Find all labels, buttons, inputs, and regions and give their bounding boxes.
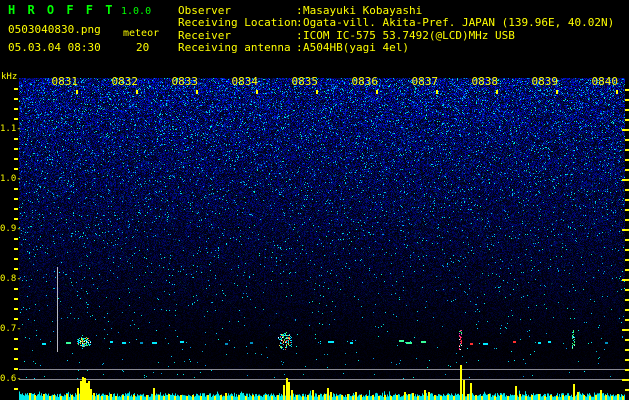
time-tick-label: 0837 — [411, 75, 439, 88]
freq-minor-tick — [14, 188, 18, 190]
output-filename: 0503040830.png — [8, 23, 101, 36]
time-tick-label: 0831 — [51, 75, 79, 88]
freq-minor-tick — [14, 208, 18, 210]
freq-minor-tick — [14, 248, 18, 250]
freq-minor-tick — [14, 148, 18, 150]
freq-minor-tick — [14, 238, 18, 240]
freq-minor-tick — [14, 108, 18, 110]
freq-minor-tick — [14, 158, 18, 160]
freq-minor-tick — [14, 308, 18, 310]
freq-minor-tick — [14, 318, 18, 320]
freq-minor-tick — [14, 298, 18, 300]
observation-datetime: 05.03.04 08:30 — [8, 41, 101, 54]
info-value: Ogata-vill. Akita-Pref. JAPAN (139.96E, … — [303, 16, 615, 30]
freq-tick-label: 0.9- — [0, 224, 22, 234]
time-tick-label: 0834 — [231, 75, 259, 88]
hrofft-window: H R O F F T 1.0.0 0503040830.png meteor … — [0, 0, 629, 400]
observation-mode: meteor — [123, 28, 160, 39]
info-separator: : — [296, 40, 303, 54]
time-tick-label: 0839 — [531, 75, 559, 88]
time-tick-label: 0836 — [351, 75, 379, 88]
time-tick-label: 0840 — [591, 75, 619, 88]
app-version: 1.0.0 — [121, 6, 152, 17]
spectrogram-canvas — [19, 78, 629, 400]
freq-minor-tick — [14, 258, 18, 260]
info-label: Observer — [178, 4, 231, 17]
time-tick-label: 0838 — [471, 75, 499, 88]
freq-tick-label: 0.7- — [0, 324, 22, 334]
freq-minor-tick — [14, 198, 18, 200]
freq-minor-tick — [14, 98, 18, 100]
info-value: ICOM IC-575 53.7492(@LCD)MHz USB — [303, 28, 515, 42]
time-tick-label: 0833 — [171, 75, 199, 88]
freq-minor-tick — [14, 358, 18, 360]
freq-tick-label: 0.6- — [0, 374, 22, 384]
time-tick-label: 0832 — [111, 75, 139, 88]
info-label: Receiver — [178, 28, 231, 42]
time-tick-label: 0835 — [291, 75, 319, 88]
info-separator: : — [296, 4, 303, 17]
freq-minor-tick — [14, 118, 18, 120]
freq-tick-label: 1.0- — [0, 174, 22, 184]
info-value: Masayuki Kobayashi — [303, 4, 423, 17]
freq-minor-tick — [14, 368, 18, 370]
freq-minor-tick — [14, 388, 18, 390]
info-separator: : — [296, 28, 303, 42]
freq-minor-tick — [14, 348, 18, 350]
freq-minor-tick — [14, 268, 18, 270]
info-value: A504HB(yagi 4el) — [303, 40, 409, 54]
echo-count: 20 — [136, 41, 150, 54]
freq-minor-tick — [14, 168, 18, 170]
freq-minor-tick — [14, 138, 18, 140]
freq-minor-tick — [14, 338, 18, 340]
freq-minor-tick — [14, 88, 18, 90]
info-separator: : — [296, 16, 303, 30]
freq-axis-unit-label: kHz — [1, 72, 18, 82]
info-label: Receiving Location — [178, 16, 298, 30]
freq-tick-label: 1.1- — [0, 124, 22, 134]
freq-minor-tick — [14, 218, 18, 220]
freq-tick-label: 0.8- — [0, 274, 22, 284]
app-title: H R O F F T — [8, 3, 115, 17]
freq-minor-tick — [14, 288, 18, 290]
info-label: Receiving antenna — [178, 40, 291, 54]
